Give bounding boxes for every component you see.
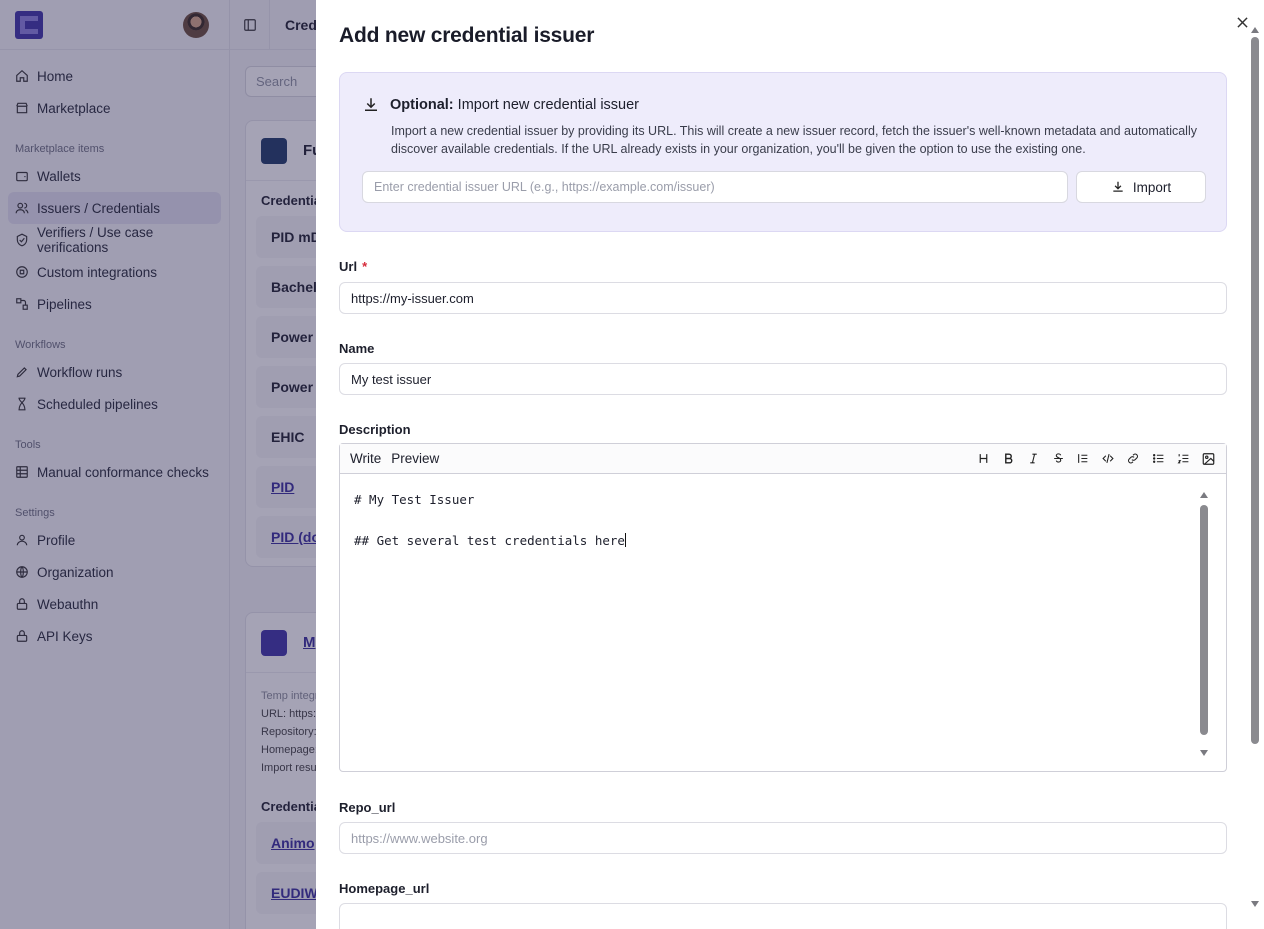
modal-backdrop[interactable] (0, 0, 316, 929)
description-label: Description (339, 422, 411, 437)
heading-icon[interactable] (975, 451, 991, 467)
sheet-scrollbar[interactable] (1249, 22, 1261, 907)
tab-preview[interactable]: Preview (391, 451, 439, 466)
editor-line: # My Test Issuer (354, 492, 475, 507)
homepage-url-label: Homepage_url (339, 881, 430, 896)
url-field[interactable] (339, 282, 1227, 314)
editor-scrollbar[interactable] (1199, 492, 1209, 756)
editor-toolbar: Write Preview (340, 444, 1226, 474)
scroll-down-icon[interactable] (1251, 901, 1259, 907)
code-icon[interactable] (1100, 451, 1116, 467)
text-caret (624, 533, 626, 547)
scroll-up-icon[interactable] (1200, 492, 1208, 498)
add-issuer-sheet: Add new credential issuer Optional: Impo… (316, 0, 1264, 929)
import-section: Optional: Import new credential issuer I… (339, 72, 1227, 232)
editor-line: ## Get several test credentials here (354, 533, 625, 548)
repo-url-field[interactable] (339, 822, 1227, 854)
bold-icon[interactable] (1000, 451, 1016, 467)
sheet-scroll-thumb[interactable] (1251, 37, 1259, 744)
bullet-list-icon[interactable] (1150, 451, 1166, 467)
name-field[interactable] (339, 363, 1227, 395)
download-icon (365, 98, 377, 111)
import-heading: Optional: Import new credential issuer (362, 96, 639, 114)
import-description: Import a new credential issuer by provid… (391, 124, 1197, 156)
scroll-up-icon[interactable] (1251, 27, 1259, 33)
import-url-input[interactable] (362, 171, 1068, 203)
tab-write[interactable]: Write (350, 451, 381, 466)
strikethrough-icon[interactable] (1050, 451, 1066, 467)
quote-icon[interactable] (1075, 451, 1091, 467)
url-label-text: Url (339, 259, 358, 274)
homepage-url-field[interactable] (339, 903, 1227, 929)
name-label: Name (339, 341, 375, 356)
close-icon (1236, 16, 1248, 28)
repo-url-label: Repo_url (339, 800, 396, 815)
scroll-down-icon[interactable] (1200, 750, 1208, 756)
import-heading-text: Import new credential issuer (453, 97, 639, 113)
sheet-title: Add new credential issuer (339, 24, 595, 47)
editor-tools (975, 451, 1216, 467)
numbered-list-icon[interactable] (1175, 451, 1191, 467)
editor-scroll-thumb[interactable] (1200, 505, 1208, 735)
image-icon[interactable] (1200, 451, 1216, 467)
required-marker: * (362, 259, 368, 274)
import-button-label: Import (1132, 179, 1172, 195)
markdown-editor: Write Preview # My Test Issuer ## Get sev… (339, 443, 1227, 772)
editor-textarea[interactable]: # My Test Issuer ## Get several test cred… (340, 474, 1226, 771)
italic-icon[interactable] (1025, 451, 1041, 467)
url-label: Url * (339, 259, 367, 274)
link-icon[interactable] (1125, 451, 1141, 467)
import-button[interactable]: Import (1076, 171, 1206, 203)
import-heading-bold: Optional: (390, 97, 454, 113)
download-icon (1113, 181, 1123, 192)
